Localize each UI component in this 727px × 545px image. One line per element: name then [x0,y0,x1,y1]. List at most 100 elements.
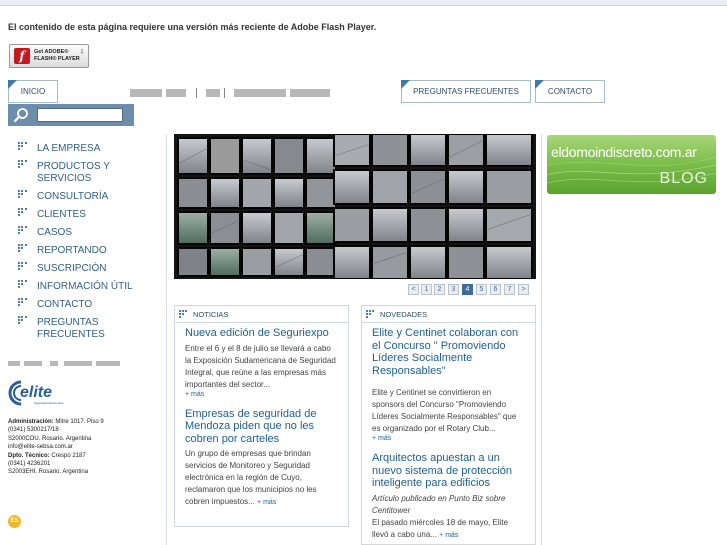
nav-corner-icon [8,80,17,89]
sidebar-item-contacto[interactable]: CONTACTO [18,298,148,311]
pager-prev[interactable]: < [408,284,419,295]
read-more-link[interactable]: + más [185,391,338,398]
news-article: Elite y Centinet colaboran con el Concur… [362,323,535,442]
news-headline[interactable]: Arquitectos apuestan a un nuevo sistema … [372,452,525,490]
logo-text: elite [20,384,52,401]
bullet-icon [179,309,187,318]
sidebar-item-productos[interactable]: PRODUCTOS Y SERVICIOS [18,160,148,185]
novedades-header: NOVEDADES [362,306,535,323]
news-headline[interactable]: Nueva edición de Seguriexpo [185,327,338,340]
read-more-link[interactable]: + más [439,532,458,539]
blog-label: BLOG [659,170,708,187]
tech-phone: (0341) 4236201 [8,461,51,468]
admin-label: Administración: [8,419,54,425]
sidebar-item-la-empresa[interactable]: LA EMPRESA [18,142,148,155]
nav-preguntas-frecuentes[interactable]: PREGUNTAS FRECUENTES [401,80,531,103]
bullet-icon [18,142,27,150]
nav-placeholder-bar [166,89,186,97]
pager-page-2[interactable]: 2 [434,284,445,295]
elite-logo[interactable]: elite Seguridad Electrónica [8,380,74,406]
download-icon: ⇩ [79,49,85,56]
news-body: Un grupo de empresas que brindan servici… [185,449,317,506]
read-more-link[interactable]: + más [257,499,276,506]
pager-page-5[interactable]: 5 [476,284,487,295]
pager-page-1[interactable]: 1 [421,284,432,295]
placeholder-bar [64,361,92,366]
placeholder-bar [8,361,20,366]
tech-address: Crespo 2187 [51,452,86,459]
sidebar-item-casos[interactable]: CASOS [18,226,148,239]
bullet-icon [18,226,27,234]
contact-email[interactable]: info@elite-sebsa.com.ar [8,443,158,451]
blog-banner[interactable]: eldomoindiscreto.com.ar BLOG [547,135,716,194]
column-divider [541,134,542,545]
noticias-title: NOTICIAS [193,309,229,319]
nav-contacto[interactable]: CONTACTO [535,80,605,103]
banner-image [174,134,536,279]
nav-placeholder-bar [130,89,162,97]
sidebar-item-consultoria[interactable]: CONSULTORÍA [18,190,148,203]
search-input[interactable] [37,108,123,122]
contact-info: Administración: Mitre 1017. Piso 9 (0341… [8,418,158,477]
sidebar-item-label: INFORMACIÓN ÚTIL [37,281,133,292]
search-icon[interactable] [13,107,29,123]
news-article: Nueva edición de Seguriexpo Entre el 6 y… [175,323,348,398]
news-headline[interactable]: Elite y Centinet colaboran con el Concur… [372,327,525,377]
nav-inicio-label: INICIO [20,87,46,96]
sidebar-item-clientes[interactable]: CLIENTES [18,208,148,221]
bullet-icon [18,244,27,252]
sidebar-item-preguntas[interactable]: PREGUNTAS FRECUENTES [18,316,148,341]
admin-city: S2000COU. Rosario. Argentina [8,435,92,442]
placeholder-bar [24,361,42,366]
nav-placeholder-bar [234,89,286,97]
flash-required-message: El contenido de esta página requiere una… [8,22,377,32]
nav-separator [196,88,197,98]
nav-inicio[interactable]: INICIO [8,80,58,103]
nav-placeholder-bar [206,89,220,97]
sidebar-item-label: CONTACTO [37,299,93,310]
sidebar-item-label: LA EMPRESA [37,143,101,154]
pager-page-4[interactable]: 4 [462,284,473,295]
blog-url: eldomoindiscreto.com.ar [551,144,697,160]
nav-corner-icon [535,80,544,89]
sidebar-item-label: SUSCRIPCIÓN [37,263,107,274]
pager-page-3[interactable]: 3 [448,284,459,295]
language-badge-icon[interactable]: ES [8,515,21,528]
tech-label: Dpto. Técnico: [8,452,50,459]
sidebar-menu: LA EMPRESA PRODUCTOS Y SERVICIOS CONSULT… [18,142,148,347]
logo-tagline: Seguridad Electrónica [34,401,64,405]
pager-page-7[interactable]: 7 [504,284,515,295]
top-strip [0,0,727,6]
sidebar-item-reportando[interactable]: REPORTANDO [18,244,148,257]
noticias-box: NOTICIAS Nueva edición de Seguriexpo Ent… [174,305,349,527]
bullet-icon [18,262,27,270]
bullet-icon [18,160,27,168]
get-flash-player-button[interactable]: f Get ADOBE® FLASH® PLAYER ⇩ [9,44,89,68]
nav-preguntas-label: PREGUNTAS FRECUENTES [413,87,519,96]
bullet-icon [18,208,27,216]
read-more-link[interactable]: + más [372,435,525,442]
novedades-title: NOVEDADES [380,309,428,319]
pager-page-6[interactable]: 6 [490,284,501,295]
news-article: Empresas de seguridad de Mendoza piden q… [175,398,348,510]
news-headline[interactable]: Empresas de seguridad de Mendoza piden q… [185,408,338,446]
sidebar-item-suscripcion[interactable]: SUSCRIPCIÓN [18,262,148,275]
nav-separator [224,88,225,98]
bullet-icon [18,298,27,306]
sidebar-item-label: REPORTANDO [37,245,107,256]
news-article: Arquitectos apuestan a un nuevo sistema … [362,442,535,542]
tech-city: S2003EHI. Rosario. Argentina [8,469,89,476]
sidebar-item-label: CLIENTES [37,209,86,220]
placeholder-bar [50,361,58,366]
nav-placeholder-bar [290,89,330,97]
nav-corner-icon [401,80,410,89]
sidebar-item-informacion-util[interactable]: INFORMACIÓN ÚTIL [18,280,148,293]
bullet-icon [366,309,374,318]
sidebar-item-label: CONSULTORÍA [37,191,109,202]
nav-contacto-label: CONTACTO [547,87,593,96]
bullet-icon [18,280,27,288]
bullet-icon [18,190,27,198]
surveillance-wall-image [174,134,536,279]
pager-next[interactable]: > [518,284,529,295]
flash-button-line1: Get ADOBE® [34,49,69,55]
